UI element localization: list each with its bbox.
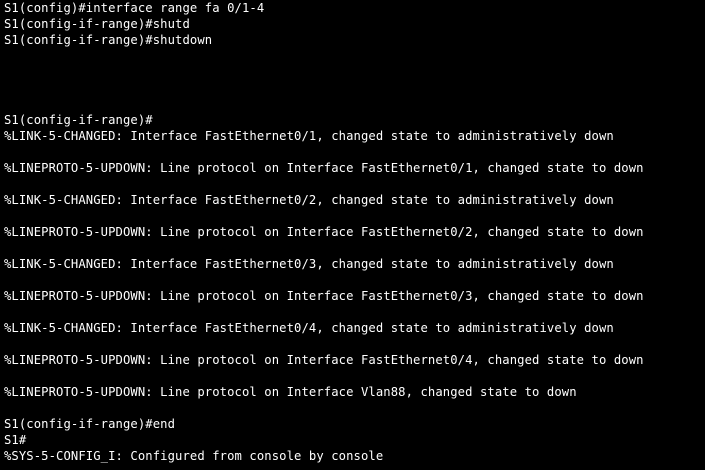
- terminal-line: %LINEPROTO-5-UPDOWN: Line protocol on In…: [4, 385, 577, 399]
- terminal-line: S1(config-if-range)#: [4, 113, 153, 127]
- terminal-console[interactable]: S1(config)#interface range fa 0/1-4 S1(c…: [0, 0, 705, 470]
- terminal-prompt-line: S1#: [4, 433, 27, 447]
- terminal-line: %LINEPROTO-5-UPDOWN: Line protocol on In…: [4, 289, 644, 303]
- terminal-line: S1(config-if-range)#shutdown: [4, 33, 213, 47]
- terminal-prompt-line: S1(config-if-range)#end: [4, 417, 176, 431]
- terminal-line: S1(config)#interface range fa 0/1-4: [4, 1, 265, 15]
- terminal-line: %LINK-5-CHANGED: Interface FastEthernet0…: [4, 321, 614, 335]
- terminal-line: %LINEPROTO-5-UPDOWN: Line protocol on In…: [4, 161, 644, 175]
- terminal-line: %LINK-5-CHANGED: Interface FastEthernet0…: [4, 193, 614, 207]
- terminal-line: %LINK-5-CHANGED: Interface FastEthernet0…: [4, 257, 614, 271]
- terminal-line: %LINK-5-CHANGED: Interface FastEthernet0…: [4, 129, 614, 143]
- terminal-line: %LINEPROTO-5-UPDOWN: Line protocol on In…: [4, 353, 644, 367]
- terminal-line: S1(config-if-range)#shutd: [4, 17, 190, 31]
- terminal-line: %LINEPROTO-5-UPDOWN: Line protocol on In…: [4, 225, 644, 239]
- terminal-line: %SYS-5-CONFIG_I: Configured from console…: [4, 449, 384, 463]
